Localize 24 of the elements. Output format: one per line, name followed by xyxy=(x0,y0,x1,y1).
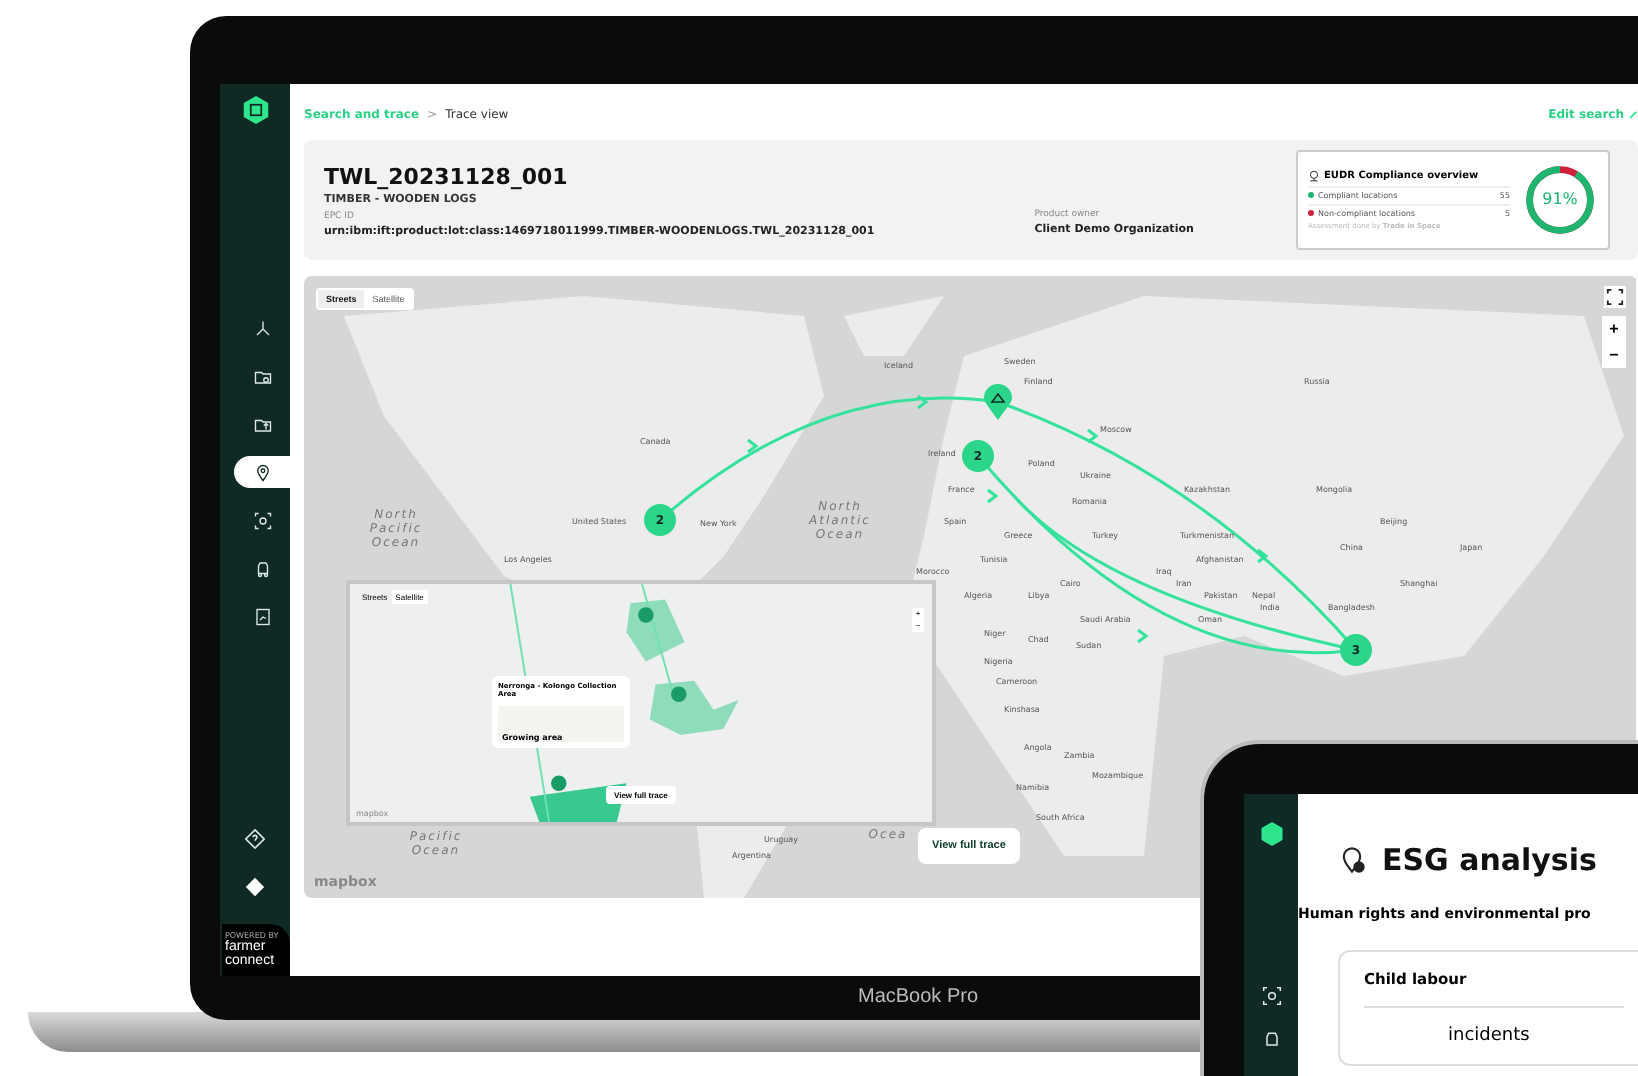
vehicle-icon[interactable] xyxy=(1261,1030,1281,1050)
laptop-model-label: MacBook Pro xyxy=(858,986,979,1008)
help-icon[interactable] xyxy=(244,828,266,850)
folder-upload-icon xyxy=(253,415,271,433)
scan-icon xyxy=(253,511,271,529)
folder-icon xyxy=(253,367,271,385)
tree-icon xyxy=(1308,170,1320,182)
compliance-percent: 91% xyxy=(1540,190,1580,208)
logo-icon xyxy=(241,96,269,124)
card-text: incidents xyxy=(1448,1026,1532,1046)
location-pin-icon xyxy=(253,463,271,481)
scan-icon[interactable] xyxy=(1261,986,1281,1006)
nav-item[interactable] xyxy=(234,456,290,488)
ship-pin-icon xyxy=(984,384,1012,420)
logo-icon xyxy=(1259,822,1283,846)
page-title: ESG analysis xyxy=(1382,842,1597,878)
fullscreen-icon[interactable] xyxy=(1603,286,1625,308)
pencil-icon xyxy=(1628,109,1638,119)
badge-icon[interactable] xyxy=(244,876,266,898)
location-pin-icon xyxy=(1338,846,1366,874)
report-icon xyxy=(253,607,271,625)
network-icon xyxy=(253,319,271,337)
vehicle-icon xyxy=(253,559,271,577)
product-title: TWL_20231128_001 xyxy=(324,163,570,189)
